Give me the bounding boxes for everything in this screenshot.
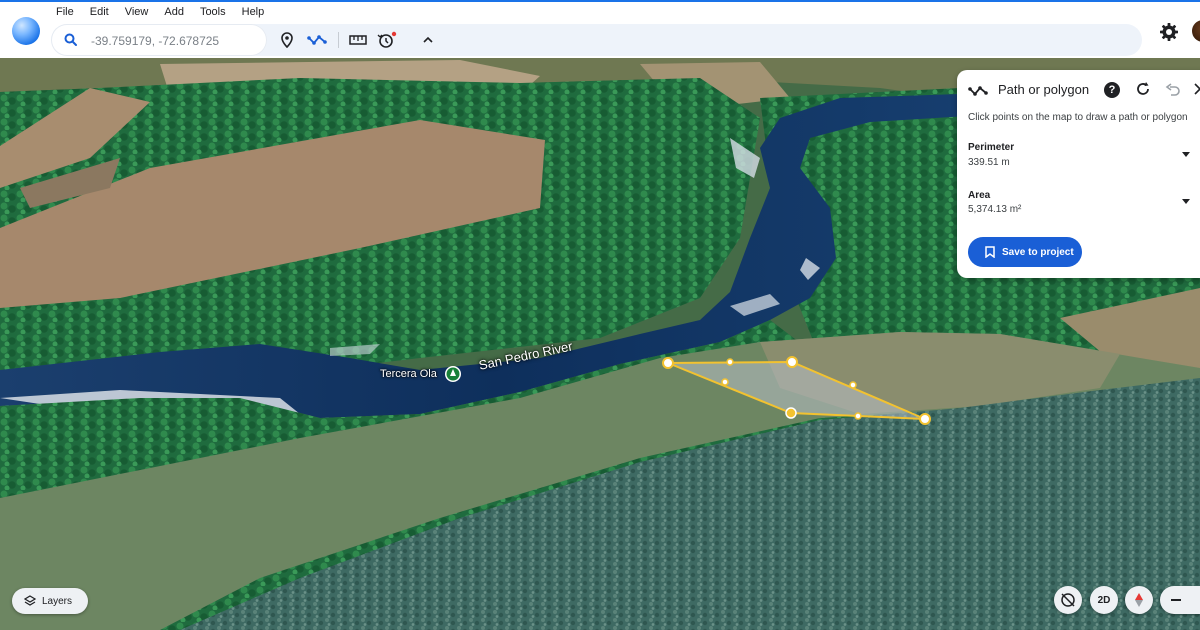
- compass-button[interactable]: [1125, 586, 1153, 614]
- view-2d-label: 2D: [1097, 594, 1111, 606]
- app-logo[interactable]: [12, 17, 40, 45]
- layers-button[interactable]: Layers: [12, 588, 88, 614]
- toolbar-divider: [338, 32, 339, 48]
- menu-add[interactable]: Add: [156, 5, 192, 19]
- undo-icon[interactable]: [1165, 82, 1181, 98]
- menu-help[interactable]: Help: [234, 5, 273, 19]
- save-button-label: Save to project: [1002, 246, 1074, 258]
- menu-view[interactable]: View: [117, 5, 157, 19]
- historical-imagery-icon[interactable]: [376, 30, 398, 50]
- menu-file[interactable]: File: [48, 5, 82, 19]
- search-box[interactable]: [51, 24, 267, 56]
- top-bar: File Edit View Add Tools Help: [0, 0, 1200, 58]
- layers-icon: [24, 595, 36, 606]
- collapse-chevron-icon[interactable]: [417, 30, 439, 50]
- view-2d-button[interactable]: 2D: [1090, 586, 1118, 614]
- compass-icon: [1135, 593, 1143, 607]
- place-label[interactable]: Tercera Ola: [380, 368, 437, 380]
- menu-edit[interactable]: Edit: [82, 5, 117, 19]
- path-polygon-icon: [968, 86, 988, 96]
- place-marker-pin-icon[interactable]: [444, 365, 462, 383]
- perimeter-label: Perimeter: [968, 142, 1015, 153]
- tilt-toggle-button[interactable]: [1054, 586, 1082, 614]
- area-value: 5,374.13 m²: [968, 204, 1022, 215]
- area-label: Area: [968, 190, 991, 201]
- measure-panel: Path or polygon ? Click points on the ma…: [957, 70, 1200, 278]
- gear-icon[interactable]: [1159, 22, 1179, 42]
- area-dropdown-icon[interactable]: [1182, 199, 1190, 205]
- panel-hint: Click points on the map to draw a path o…: [968, 112, 1188, 123]
- perimeter-value: 339.51 m: [968, 157, 1010, 168]
- menu-tools[interactable]: Tools: [192, 5, 234, 19]
- menu-bar: File Edit View Add Tools Help: [48, 5, 272, 19]
- bookmark-icon: [985, 246, 995, 258]
- zoom-out-button[interactable]: [1160, 586, 1200, 614]
- place-marker-icon[interactable]: [276, 30, 298, 50]
- search-input[interactable]: [89, 31, 263, 51]
- toolbar-strip: [51, 24, 1142, 56]
- help-icon[interactable]: ?: [1104, 82, 1120, 98]
- panel-title: Path or polygon: [998, 82, 1090, 97]
- no-tilt-icon: [1061, 593, 1075, 607]
- path-polygon-icon[interactable]: [306, 30, 328, 50]
- save-to-project-button[interactable]: Save to project: [968, 237, 1082, 267]
- layers-label: Layers: [42, 595, 73, 607]
- perimeter-dropdown-icon[interactable]: [1182, 152, 1190, 158]
- ruler-icon[interactable]: [347, 30, 369, 50]
- refresh-icon[interactable]: [1135, 81, 1151, 97]
- close-icon[interactable]: [1193, 82, 1200, 96]
- account-avatar[interactable]: [1192, 20, 1200, 42]
- minus-icon: [1171, 599, 1181, 601]
- search-icon[interactable]: [63, 32, 79, 48]
